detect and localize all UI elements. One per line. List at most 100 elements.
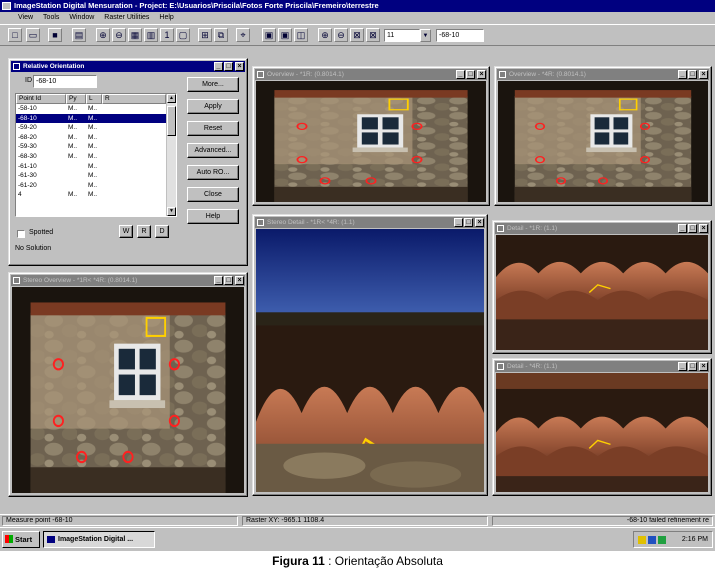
minimize-icon[interactable]: _	[214, 62, 223, 71]
tray-speaker-icon[interactable]	[638, 536, 646, 544]
table-row[interactable]: -68-10 M.. M..	[16, 113, 176, 124]
save-icon[interactable]: ■	[48, 28, 62, 42]
scroll-down-icon[interactable]: ▼	[167, 207, 176, 216]
open-icon[interactable]: ▭	[26, 28, 40, 42]
window-icon[interactable]: ▢	[176, 28, 190, 42]
minimize-icon[interactable]: _	[678, 70, 687, 79]
detail-top-window[interactable]: Detail - *1R: (1.1) _ □ ×	[492, 220, 712, 354]
scroll-thumb[interactable]	[167, 106, 176, 136]
table-row[interactable]: -59-30 M.. M..	[16, 142, 176, 152]
table-row[interactable]: -68-20 M.. M..	[16, 133, 176, 143]
windows-logo-icon	[5, 535, 13, 543]
col-r[interactable]: R	[102, 94, 166, 104]
table-row[interactable]: -61-30 M..	[16, 171, 176, 181]
list-scrollbar[interactable]: ▲ ▼	[166, 94, 176, 216]
stereo-detail-window[interactable]: Stereo Detail - *1R< *4R: (1.1) _ □ ×	[252, 214, 488, 496]
stereo-house-photo[interactable]	[12, 287, 244, 493]
menu-window[interactable]: Window	[69, 12, 94, 23]
auto-ro-button[interactable]: Auto RO...	[187, 165, 239, 180]
new-icon[interactable]: □	[8, 28, 22, 42]
reset-button[interactable]: Reset	[187, 121, 239, 136]
col-point-id[interactable]: Point Id	[16, 94, 66, 104]
close-icon[interactable]: ×	[477, 70, 486, 79]
menu-tools[interactable]: Tools	[43, 12, 59, 23]
table-row[interactable]: -61-10 M..	[16, 162, 176, 172]
point-id-field[interactable]: -68-10	[436, 29, 484, 42]
apply-button[interactable]: Apply	[187, 99, 239, 114]
zoom-in-icon[interactable]: ⊕	[96, 28, 110, 42]
menu-help[interactable]: Help	[159, 12, 173, 23]
level-combo[interactable]: 11	[384, 29, 420, 42]
col-l[interactable]: L	[86, 94, 102, 104]
maximize-icon[interactable]: □	[464, 218, 473, 227]
view-left-icon[interactable]: ▣	[262, 28, 276, 42]
r-button[interactable]: R	[137, 225, 151, 238]
help-button[interactable]: Help	[187, 209, 239, 224]
table-row[interactable]: -68-30 M.. M..	[16, 152, 176, 162]
table-row[interactable]: -61-20 M..	[16, 181, 176, 191]
grid-icon[interactable]: ▥	[144, 28, 158, 42]
cascade-icon[interactable]: ⧉	[214, 28, 228, 42]
chevron-down-icon[interactable]: ▼	[420, 29, 431, 42]
zoom-out-icon[interactable]: ⊖	[112, 28, 126, 42]
roof-detail-photo[interactable]	[256, 229, 484, 492]
mark2-icon[interactable]: ⊠	[366, 28, 380, 42]
table-row[interactable]: -59-20 M.. M..	[16, 123, 176, 133]
points-list[interactable]: Point Id Py L R -58-10 M.. M.. -68-10 M.. M.…	[15, 93, 177, 217]
view-right-icon[interactable]: ▣	[278, 28, 292, 42]
menu-raster-utilities[interactable]: Raster Utilities	[104, 12, 149, 23]
taskbar-app-button[interactable]: ImageStation Digital ...	[43, 531, 155, 548]
d-button[interactable]: D	[155, 225, 169, 238]
maximize-icon[interactable]: □	[688, 224, 697, 233]
zoom-window-icon[interactable]: ⊕	[318, 28, 332, 42]
close-icon[interactable]: ×	[699, 224, 708, 233]
tray-monitor-icon[interactable]	[658, 536, 666, 544]
minimize-icon[interactable]: _	[454, 218, 463, 227]
tile-icon[interactable]: ⊞	[198, 28, 212, 42]
roof-detail-right-photo[interactable]	[496, 373, 708, 492]
view-stereo-icon[interactable]: ◫	[294, 28, 308, 42]
overview-left-window[interactable]: Overview - *1R: (0.8014.1) _ □ ×	[252, 66, 490, 206]
minimize-icon[interactable]: _	[456, 70, 465, 79]
house-photo-right[interactable]	[498, 81, 708, 202]
house-photo-left[interactable]	[256, 81, 486, 202]
close-icon[interactable]: ×	[699, 70, 708, 79]
close-icon[interactable]: ×	[235, 62, 244, 71]
dialog-icon	[13, 63, 20, 70]
table-row[interactable]: 4 M.. M..	[16, 190, 176, 200]
table-row[interactable]: -58-10 M.. M..	[16, 104, 176, 114]
maximize-icon[interactable]: □	[466, 70, 475, 79]
detail-bottom-window[interactable]: Detail - *4R: (1.1) _ □ ×	[492, 358, 712, 496]
relative-orientation-dialog: Relative Orientation _ □ × ID -68-10 Poi…	[8, 58, 248, 266]
close-icon[interactable]: ×	[475, 218, 484, 227]
zoom-prev-icon[interactable]: ⊖	[334, 28, 348, 42]
id-input[interactable]: -68-10	[33, 75, 97, 88]
more-button[interactable]: More...	[187, 77, 239, 92]
close-icon[interactable]: ×	[235, 276, 244, 285]
print-icon[interactable]: ▤	[72, 28, 86, 42]
maximize-icon[interactable]: □	[224, 276, 233, 285]
maximize-icon[interactable]: □	[688, 70, 697, 79]
start-button[interactable]: Start	[2, 531, 40, 548]
measure-icon[interactable]: ⌖	[236, 28, 250, 42]
scale-icon[interactable]: 1	[160, 28, 174, 42]
fit-icon[interactable]: ▦	[128, 28, 142, 42]
stereo-overview-window[interactable]: Stereo Overview - *1R< *4R: (0.8014.1) _…	[8, 272, 248, 497]
maximize-icon[interactable]: □	[688, 362, 697, 371]
tray-network-icon[interactable]	[648, 536, 656, 544]
scroll-up-icon[interactable]: ▲	[167, 94, 176, 103]
spotted-checkbox[interactable]	[17, 230, 25, 238]
overview-right-window[interactable]: Overview - *4R: (0.8014.1) _ □ ×	[494, 66, 712, 206]
minimize-icon[interactable]: _	[678, 224, 687, 233]
minimize-icon[interactable]: _	[214, 276, 223, 285]
col-py[interactable]: Py	[66, 94, 86, 104]
roof-detail-left-photo[interactable]	[496, 235, 708, 350]
minimize-icon[interactable]: _	[678, 362, 687, 371]
maximize-icon[interactable]: □	[224, 62, 233, 71]
w-button[interactable]: W	[119, 225, 133, 238]
close-button[interactable]: Close	[187, 187, 239, 202]
mark-icon[interactable]: ⊠	[350, 28, 364, 42]
close-icon[interactable]: ×	[699, 362, 708, 371]
menu-view[interactable]: View	[18, 12, 33, 23]
advanced-button[interactable]: Advanced...	[187, 143, 239, 158]
